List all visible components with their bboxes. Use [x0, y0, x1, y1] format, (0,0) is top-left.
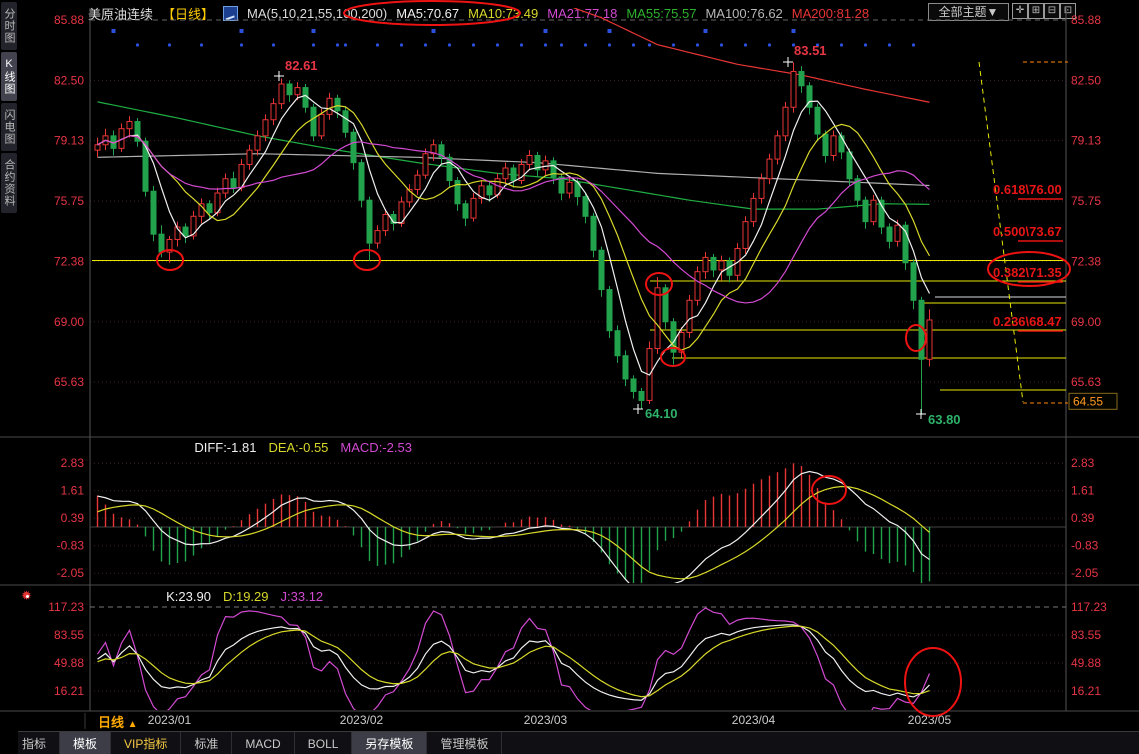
- svg-text:-2.05: -2.05: [1071, 566, 1099, 580]
- svg-text:79.13: 79.13: [1071, 134, 1101, 148]
- ma100-value: MA100:76.62: [705, 6, 782, 21]
- d-value: D:19.29: [223, 589, 269, 605]
- svg-text:-0.83: -0.83: [1071, 539, 1099, 553]
- period-arrow-icon: ▲: [128, 719, 138, 730]
- svg-text:2023/04: 2023/04: [732, 713, 776, 727]
- ma5-value: MA5:70.67: [396, 6, 459, 21]
- svg-text:65.63: 65.63: [54, 375, 84, 389]
- ma200-value: MA200:81.28: [792, 6, 869, 21]
- svg-text:-2.05: -2.05: [57, 566, 85, 580]
- svg-text:1.61: 1.61: [61, 484, 85, 498]
- panel-alert-icon[interactable]: ✹: [21, 588, 32, 604]
- period-selector[interactable]: 日线 ▲: [98, 712, 138, 731]
- svg-text:75.75: 75.75: [54, 194, 84, 208]
- chart-header: 美原油连续 【日线】 MA(5,10,21,55,100,200) MA5:70…: [88, 4, 869, 22]
- toolbar-tab-standard[interactable]: 标准: [181, 732, 232, 754]
- svg-text:69.00: 69.00: [1071, 315, 1101, 329]
- toolbar-tab-save-template[interactable]: 另存模板: [352, 732, 427, 754]
- svg-text:49.88: 49.88: [1071, 656, 1101, 670]
- toolbar-tab-template[interactable]: 模板: [60, 732, 111, 754]
- indicator-toolbar: 指标 模板 VIP指标 标准 MACD BOLL 另存模板 管理模板: [0, 731, 1139, 754]
- toolbar-tab-vip-indicator[interactable]: VIP指标: [111, 732, 181, 754]
- symbol-title: 美原油连续: [88, 4, 153, 23]
- svg-text:-0.83: -0.83: [57, 539, 85, 553]
- svg-text:72.38: 72.38: [1071, 254, 1101, 268]
- candlestick-mini-icon: [223, 6, 238, 21]
- dea-value: DEA:-0.55: [268, 440, 328, 456]
- toolbar-tab-manage-template[interactable]: 管理模板: [427, 732, 502, 754]
- svg-text:2023/03: 2023/03: [524, 713, 568, 727]
- svg-text:2.83: 2.83: [61, 456, 85, 470]
- sidebar-tab-candlestick[interactable]: K线图: [1, 52, 17, 101]
- svg-text:2023/02: 2023/02: [340, 713, 384, 727]
- j-value: J:33.12: [281, 589, 324, 605]
- svg-text:72.38: 72.38: [54, 254, 84, 268]
- macd-header: MACD(26,12,9) DIFF:-1.81 DEA:-0.55 MACD:…: [92, 440, 412, 456]
- svg-text:117.23: 117.23: [48, 600, 84, 614]
- svg-text:64.55: 64.55: [1073, 394, 1103, 408]
- toolbar-tab-macd[interactable]: MACD: [232, 732, 294, 754]
- svg-text:1.61: 1.61: [1071, 484, 1095, 498]
- sidebar-tab-timeshare[interactable]: 分时图: [1, 2, 17, 50]
- svg-text:83.55: 83.55: [54, 628, 84, 642]
- period-label: 日线: [98, 715, 124, 730]
- ma55-value: MA55:75.57: [626, 6, 696, 21]
- svg-text:85.88: 85.88: [54, 13, 84, 27]
- crosshair-icon[interactable]: ✛: [1012, 3, 1028, 19]
- svg-text:16.21: 16.21: [54, 684, 84, 698]
- pane-export-icon[interactable]: ⊡: [1060, 3, 1076, 19]
- chart-plot-area[interactable]: [90, 8, 1066, 711]
- svg-text:117.23: 117.23: [1071, 600, 1107, 614]
- chart-type-sidebar: 分时图 K线图 闪电图 合约资料: [0, 0, 18, 754]
- macd-value: MACD:-2.53: [340, 440, 412, 456]
- toolbar-tab-boll[interactable]: BOLL: [295, 732, 353, 754]
- svg-text:82.50: 82.50: [54, 73, 84, 87]
- kdj-header: KDJ(9,3,3) K:23.90 D:19.29 J:33.12: [92, 589, 323, 605]
- svg-text:75.75: 75.75: [1071, 194, 1101, 208]
- kdj-title: KDJ(9,3,3): [92, 589, 154, 605]
- pane-split-icon[interactable]: ⊟: [1044, 3, 1060, 19]
- svg-text:69.00: 69.00: [54, 315, 84, 329]
- ma21-value: MA21:77.18: [547, 6, 617, 21]
- svg-text:79.13: 79.13: [54, 134, 84, 148]
- svg-text:82.50: 82.50: [1071, 73, 1101, 87]
- sidebar-tab-contract-info[interactable]: 合约资料: [1, 153, 17, 213]
- svg-text:2.83: 2.83: [1071, 456, 1095, 470]
- ma10-value: MA10:73.49: [468, 6, 538, 21]
- svg-text:0.39: 0.39: [1071, 511, 1095, 525]
- k-value: K:23.90: [166, 589, 211, 605]
- pane-layout-icon[interactable]: ⊞: [1028, 3, 1044, 19]
- diff-value: DIFF:-1.81: [194, 440, 256, 456]
- ma-group-label: MA(5,10,21,55,100,200): [247, 6, 387, 21]
- svg-text:83.55: 83.55: [1071, 628, 1101, 642]
- svg-text:49.88: 49.88: [54, 656, 84, 670]
- sidebar-tab-flash[interactable]: 闪电图: [1, 103, 17, 151]
- svg-text:2023/05: 2023/05: [908, 713, 952, 727]
- chart-workstation: 分时图 K线图 闪电图 合约资料 美原油连续 【日线】 MA(5,10,21,5…: [0, 0, 1139, 754]
- svg-text:65.63: 65.63: [1071, 375, 1101, 389]
- theme-dropdown-button[interactable]: 全部主题▼: [928, 3, 1009, 21]
- macd-title: MACD(26,12,9): [92, 440, 182, 456]
- period-tag: 【日线】: [162, 4, 214, 23]
- svg-text:16.21: 16.21: [1071, 684, 1101, 698]
- svg-text:0.39: 0.39: [61, 511, 85, 525]
- svg-text:2023/01: 2023/01: [148, 713, 192, 727]
